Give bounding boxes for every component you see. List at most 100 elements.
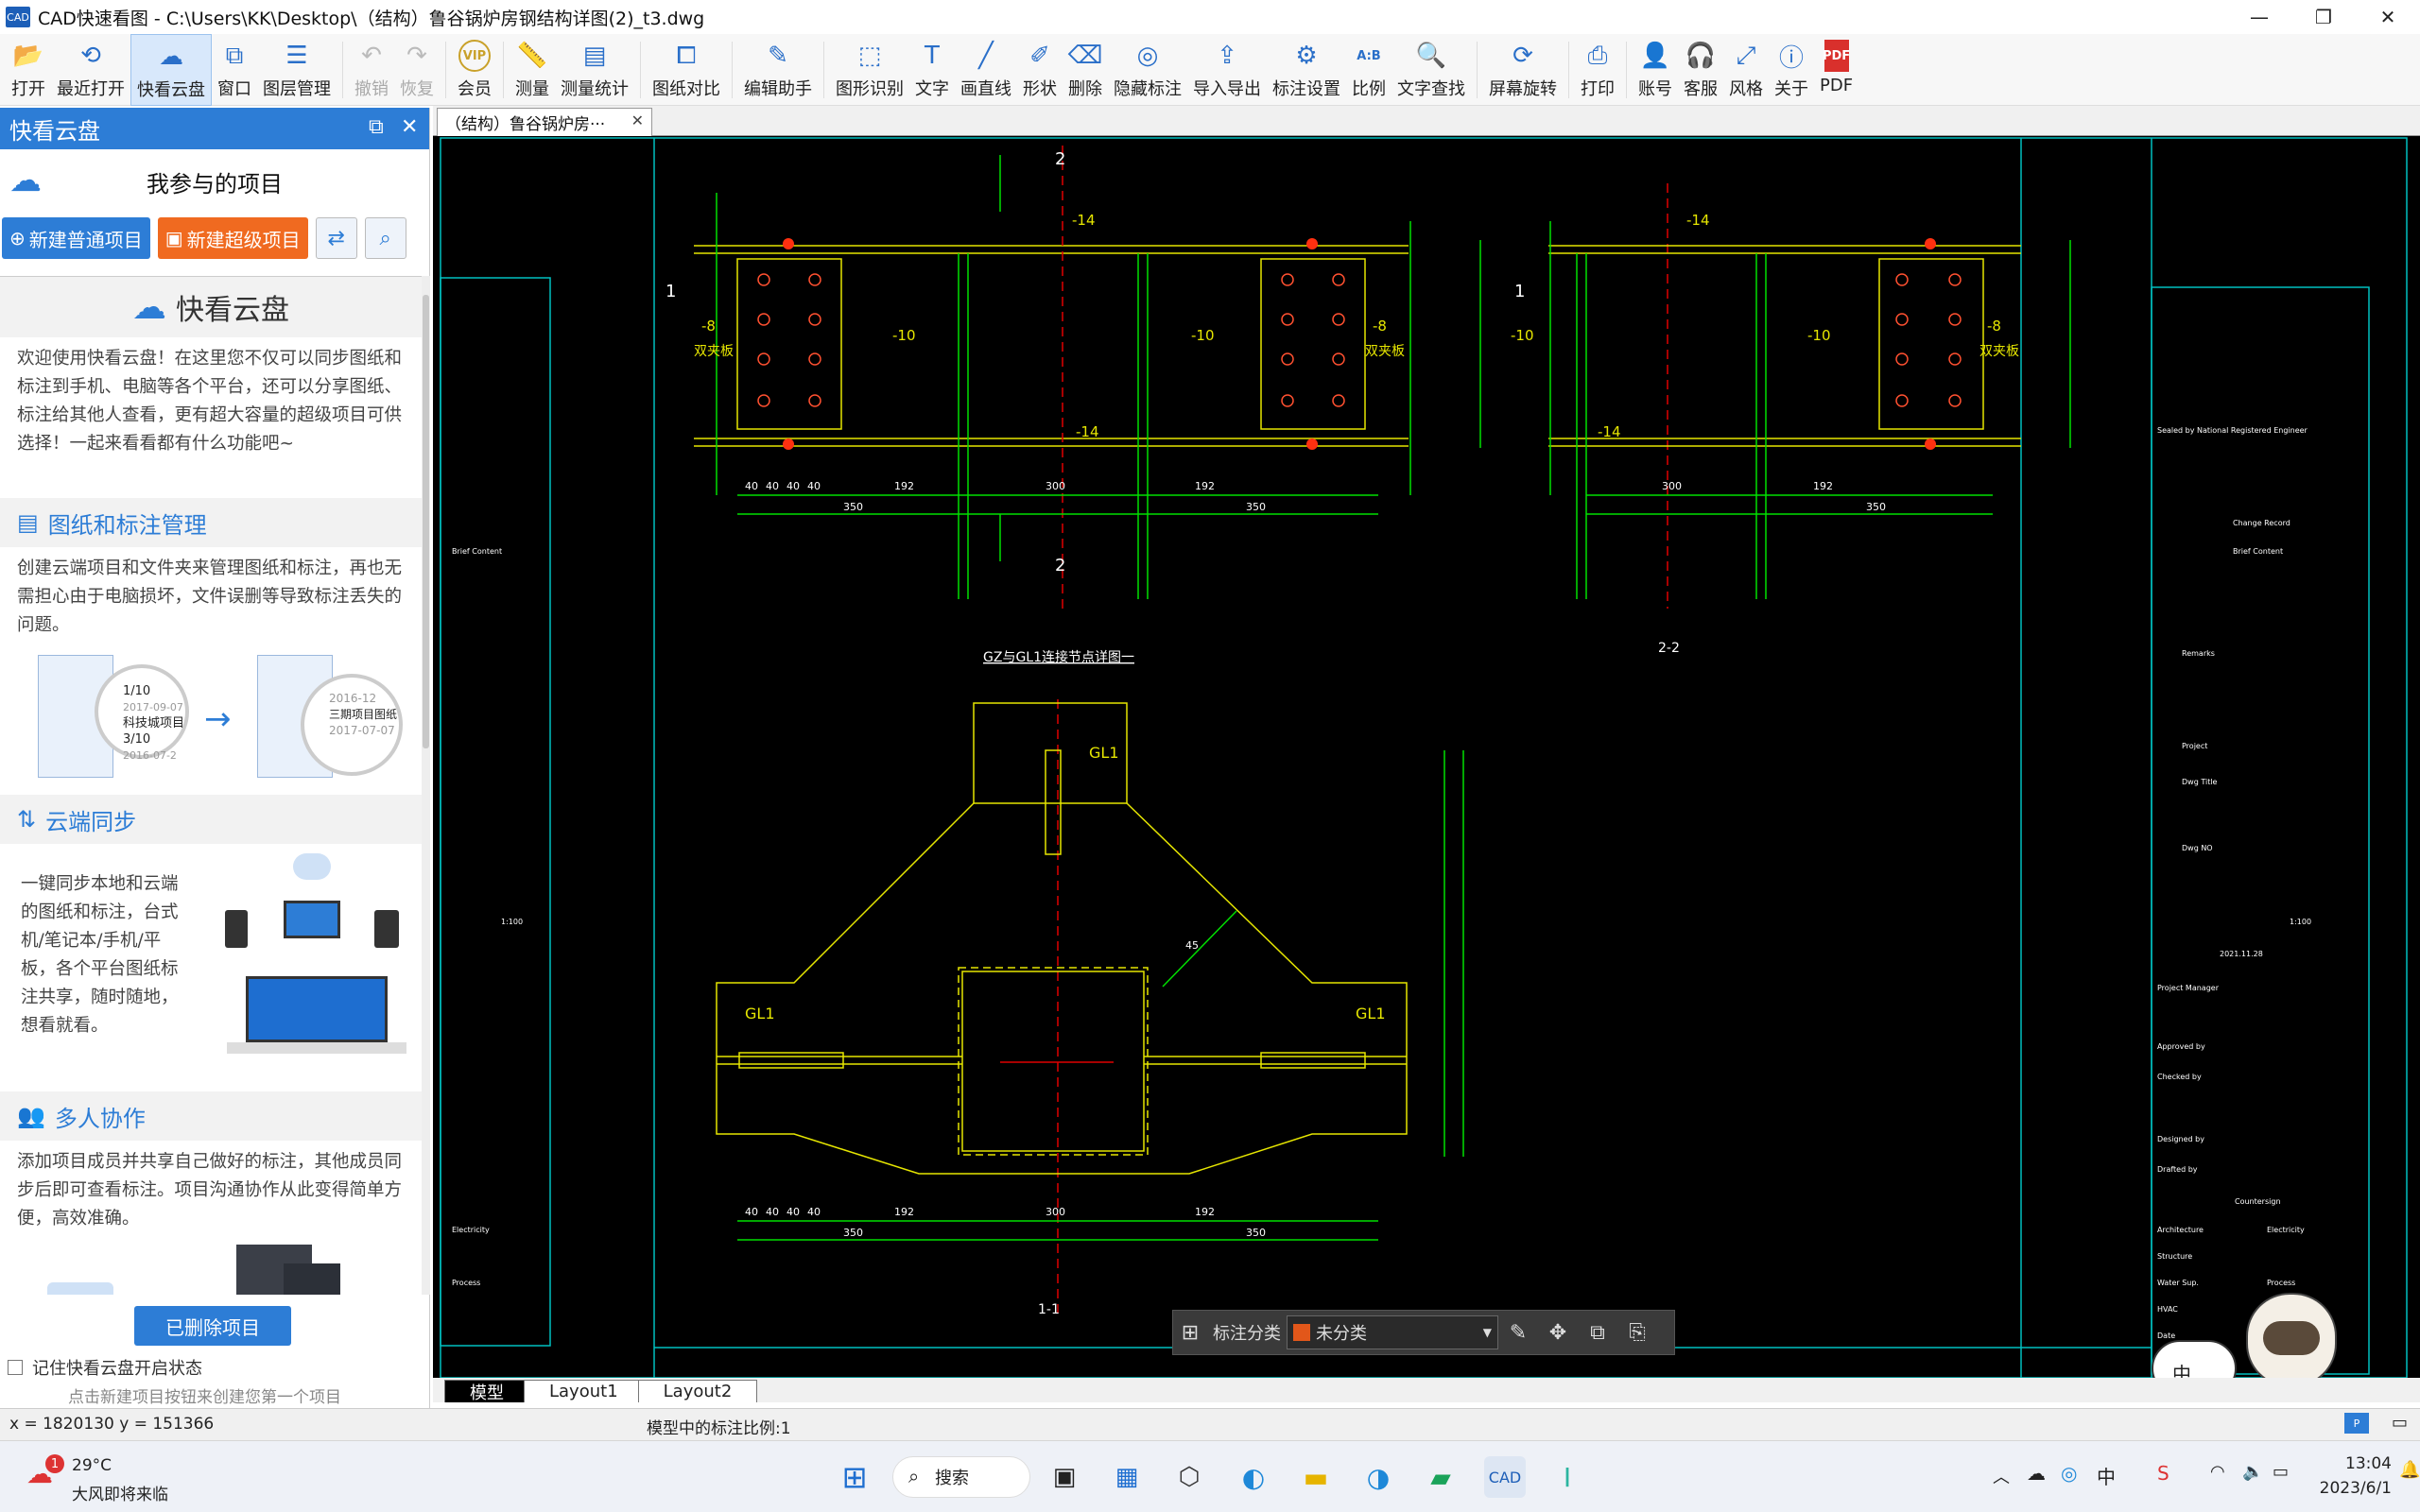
search-label: 搜索 [935,1469,969,1488]
toolbar-style-button[interactable]: ⤢ 风格 [1723,34,1769,106]
edge-icon[interactable]: ◐ [1233,1456,1274,1498]
toolbar-label: 风格 [1729,79,1763,99]
sogou-icon[interactable]: S [2157,1462,2169,1485]
close-tab-icon[interactable]: ✕ [631,112,644,129]
annotation-toolbar: ⊞ 标注分类 未分类 ▼ ✎ ✥ ⧉ ⎘ [1172,1310,1675,1355]
paste-icon[interactable]: ⎘ [1617,1321,1657,1345]
illus-text: 2017-09-07 [123,701,183,713]
minimize-button[interactable]: — [2227,0,2291,34]
clock-date[interactable]: 2023/6/1 [2288,1479,2392,1498]
toolbar-separator [732,42,733,98]
toolbar-compare-button[interactable]: ⧠ 图纸对比 [647,34,726,106]
intro-title: 快看云盘 [176,294,289,327]
toolbar-label: PDF [1820,76,1854,95]
task-view-icon[interactable]: ▣ [1044,1456,1085,1498]
titleblock-text: Electricity [452,1226,490,1234]
dim-text: 300 [1662,480,1682,492]
titleblock-text: Project Manager [2157,984,2220,992]
toolbar-hide-annotation-button[interactable]: ◎ 隐藏标注 [1108,34,1187,106]
cad-canvas[interactable]: 2 2 1 1 -14 -14 -14 -14 -10 -10 -10 -10 … [433,136,2420,1378]
toolbar-window-button[interactable]: ⧉ 窗口 [212,34,257,106]
app-3d-icon[interactable]: ⬡ [1168,1456,1210,1498]
copy-icon[interactable]: ⧉ [1578,1321,1617,1345]
toolbar-printer-button[interactable]: ⎙ 打印 [1575,34,1620,106]
toolbar-undo-button[interactable]: ↶ 撤销 [349,34,394,106]
weather-desc: 大风即将来临 [72,1486,168,1504]
toolbar-cloud-button[interactable]: ☁ 快看云盘 [130,34,212,106]
tab-layout2[interactable]: Layout2 [637,1380,758,1402]
sync-button[interactable]: ⇄ [315,217,357,259]
toolbar-ruler-button[interactable]: 📏 测量 [510,34,555,106]
toolbar-line-button[interactable]: ╱ 画直线 [955,34,1017,106]
toolbar-text-search-button[interactable]: 🔍 文字查找 [1392,34,1471,106]
tab-layout1[interactable]: Layout1 [524,1380,644,1402]
toolbar-label: 窗口 [217,79,251,99]
search-button[interactable]: ⌕ [364,217,406,259]
toolbar-info-button[interactable]: ⓘ 关于 [1769,34,1814,106]
view-mode-icon[interactable]: P [2344,1413,2369,1434]
close-button[interactable]: ✕ [2356,0,2420,34]
store-icon[interactable]: ▦ [1106,1456,1148,1498]
titleblock-text: Approved by [2157,1042,2205,1051]
titleblock-text: 1:100 [2290,918,2311,926]
toolbar-annotation-settings-button[interactable]: ⚙ 标注设置 [1267,34,1346,106]
new-super-project-button[interactable]: ▣ 新建超级项目 [157,217,308,259]
new-normal-project-button[interactable]: ⊕ 新建普通项目 [2,217,150,259]
notification-icon[interactable]: 🔔 [2399,1460,2420,1480]
panel-intro-scroll[interactable]: ☁ 快看云盘 欢迎使用快看云盘！在这里您不仅可以同步图纸和标注到手机、电脑等各个平… [0,276,422,1295]
maximize-button[interactable]: ❐ [2291,0,2356,34]
titleblock-text: 1:100 [501,918,523,926]
toolbar-measure-stats-button[interactable]: ▤ 测量统计 [555,34,634,106]
remember-checkbox[interactable] [8,1360,23,1375]
volume-icon[interactable]: 🔈 [2242,1462,2263,1482]
annotation-category-select[interactable]: 未分类 ▼ [1287,1315,1498,1349]
file-explorer-icon[interactable]: ▬ [1295,1456,1337,1498]
layers-icon: ☰ [285,42,308,70]
clock-time[interactable]: 13:04 [2316,1454,2392,1473]
info-icon: ⓘ [1778,43,1804,73]
toolbar-shape-button[interactable]: ✐ 形状 [1017,34,1063,106]
edit-icon[interactable]: ✎ [1498,1321,1538,1345]
toolbar-user-button[interactable]: 👤 账号 [1633,34,1678,106]
dim-text: 350 [1866,501,1886,513]
layout-icon[interactable]: ▭ [2392,1413,2408,1433]
toolbar-scale-button[interactable]: A:B 比例 [1346,34,1392,106]
grid-icon[interactable]: ⊞ [1173,1321,1207,1345]
toolbar-text-button[interactable]: T 文字 [909,34,955,106]
beam-label: GL1 [1089,744,1119,762]
restore-panel-icon[interactable]: ⧉ [369,115,384,139]
dim-text: 192 [894,480,914,492]
wifi-icon[interactable]: ◠ [2210,1462,2225,1482]
chat-icon[interactable]: ▰ [1420,1456,1461,1498]
tray-ime[interactable]: 中 [2097,1462,2116,1489]
toolbar-layers-button[interactable]: ☰ 图层管理 [257,34,337,106]
battery-icon[interactable]: ▭ [2273,1462,2289,1482]
move-icon[interactable]: ✥ [1538,1321,1578,1345]
cad-drawing[interactable]: 2 2 1 1 -14 -14 -14 -14 -10 -10 -10 -10 … [433,136,2420,1378]
app-i-icon[interactable]: I [1547,1456,1588,1498]
toolbar-shape-recognize-button[interactable]: ⬚ 图形识别 [830,34,909,106]
toolbar-rotate-screen-button[interactable]: ⟳ 屏幕旋转 [1483,34,1563,106]
chevron-up-icon[interactable]: ︿ [1993,1464,2010,1488]
toolbar-history-button[interactable]: ⟲ 最近打开 [51,34,130,106]
toolbar-redo-button[interactable]: ↷ 恢复 [394,34,440,106]
deleted-projects-button[interactable]: 已删除项目 [134,1306,291,1346]
edge-alt-icon[interactable]: ◑ [1357,1456,1399,1498]
search-box[interactable]: ⌕ 搜索 [892,1456,1030,1498]
panel-scrollbar[interactable] [422,276,430,1295]
toolbar-cad-editor-button[interactable]: ✎ 编辑助手 [738,34,818,106]
app-tray-icon[interactable]: ◎ [2061,1462,2077,1485]
toolbar-headset-button[interactable]: 🎧 客服 [1678,34,1723,106]
toolbar-folder-open-button[interactable]: 📂 打开 [6,34,51,106]
toolbar-pdf-button[interactable]: PDF PDF [1814,34,1858,106]
tab-model[interactable]: 模型 [444,1380,529,1403]
close-panel-icon[interactable]: ✕ [401,115,418,139]
toolbar-vip-button[interactable]: VIP 会员 [452,34,497,106]
toolbar-eraser-button[interactable]: ⌫ 删除 [1063,34,1108,106]
windows-start-icon[interactable]: ⊞ [834,1456,875,1498]
cad-app-icon[interactable]: CAD [1484,1456,1526,1498]
document-tab[interactable]: （结构）鲁谷锅炉房··· ✕ [437,108,652,136]
onedrive-icon[interactable]: ☁ [2027,1462,2046,1485]
cloud-sync-icon: ⇅ [17,806,37,833]
toolbar-import-export-button[interactable]: ⇪ 导入导出 [1187,34,1267,106]
